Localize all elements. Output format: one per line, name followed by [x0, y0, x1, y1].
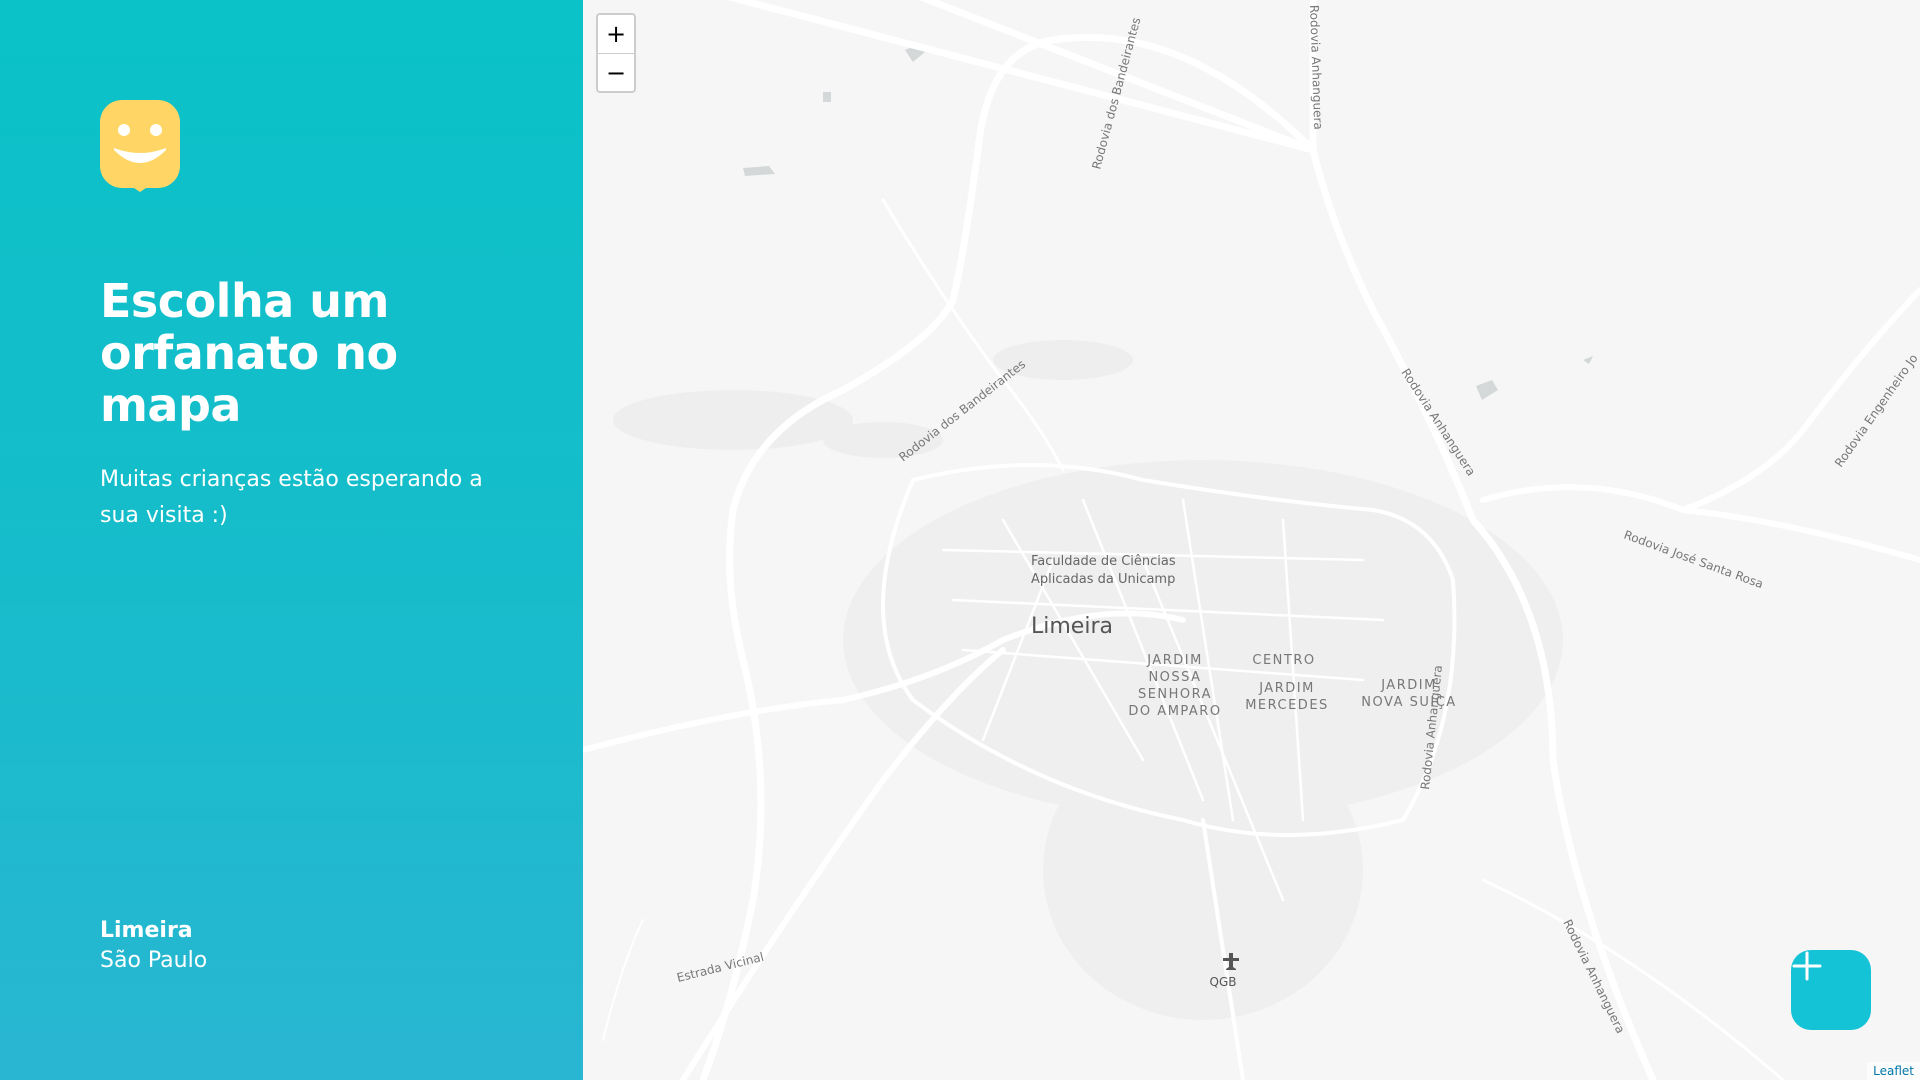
map-tiles[interactable]: Rodovia dos Bandeirantes Rodovia dos Ban…: [583, 0, 1920, 1080]
city-label: Limeira: [1031, 614, 1113, 639]
map-attribution[interactable]: Leaflet: [1867, 1062, 1920, 1080]
zoom-out-button[interactable]: −: [598, 54, 634, 91]
map-container[interactable]: Rodovia dos Bandeirantes Rodovia dos Ban…: [583, 0, 1920, 1080]
page-title: Escolha um orfanato no mapa: [100, 274, 398, 432]
district-label: JARDIM: [1380, 678, 1437, 693]
district-label: NOSSA: [1148, 670, 1201, 685]
district-label: JARDIM: [1258, 681, 1315, 696]
district-label: SENHORA: [1138, 687, 1212, 702]
happy-logo-icon: [100, 100, 180, 192]
leaflet-link[interactable]: Leaflet: [1873, 1064, 1914, 1078]
add-orphanage-button[interactable]: [1791, 950, 1871, 1030]
location-city: Limeira: [100, 918, 193, 943]
zoom-control: + −: [596, 13, 636, 93]
poi-label: Faculdade de Ciências: [1031, 554, 1176, 569]
plus-icon: [1792, 951, 1822, 981]
sidebar: Escolha um orfanato no mapa Muitas crian…: [0, 0, 583, 1080]
poi-label: Aplicadas da Unicamp: [1031, 572, 1175, 587]
location-state: São Paulo: [100, 948, 208, 973]
page-subtitle: Muitas crianças estão esperando a sua vi…: [100, 467, 483, 528]
district-label: NOVA SUIÇA: [1361, 695, 1456, 710]
district-label: DO AMPARO: [1128, 704, 1221, 719]
district-label: CENTRO: [1252, 653, 1315, 668]
location-info: Limeira São Paulo: [100, 916, 207, 976]
district-label: JARDIM: [1146, 653, 1203, 668]
zoom-in-button[interactable]: +: [598, 15, 634, 54]
district-label: MERCEDES: [1245, 698, 1329, 713]
airport-label: QGB: [1210, 975, 1237, 989]
